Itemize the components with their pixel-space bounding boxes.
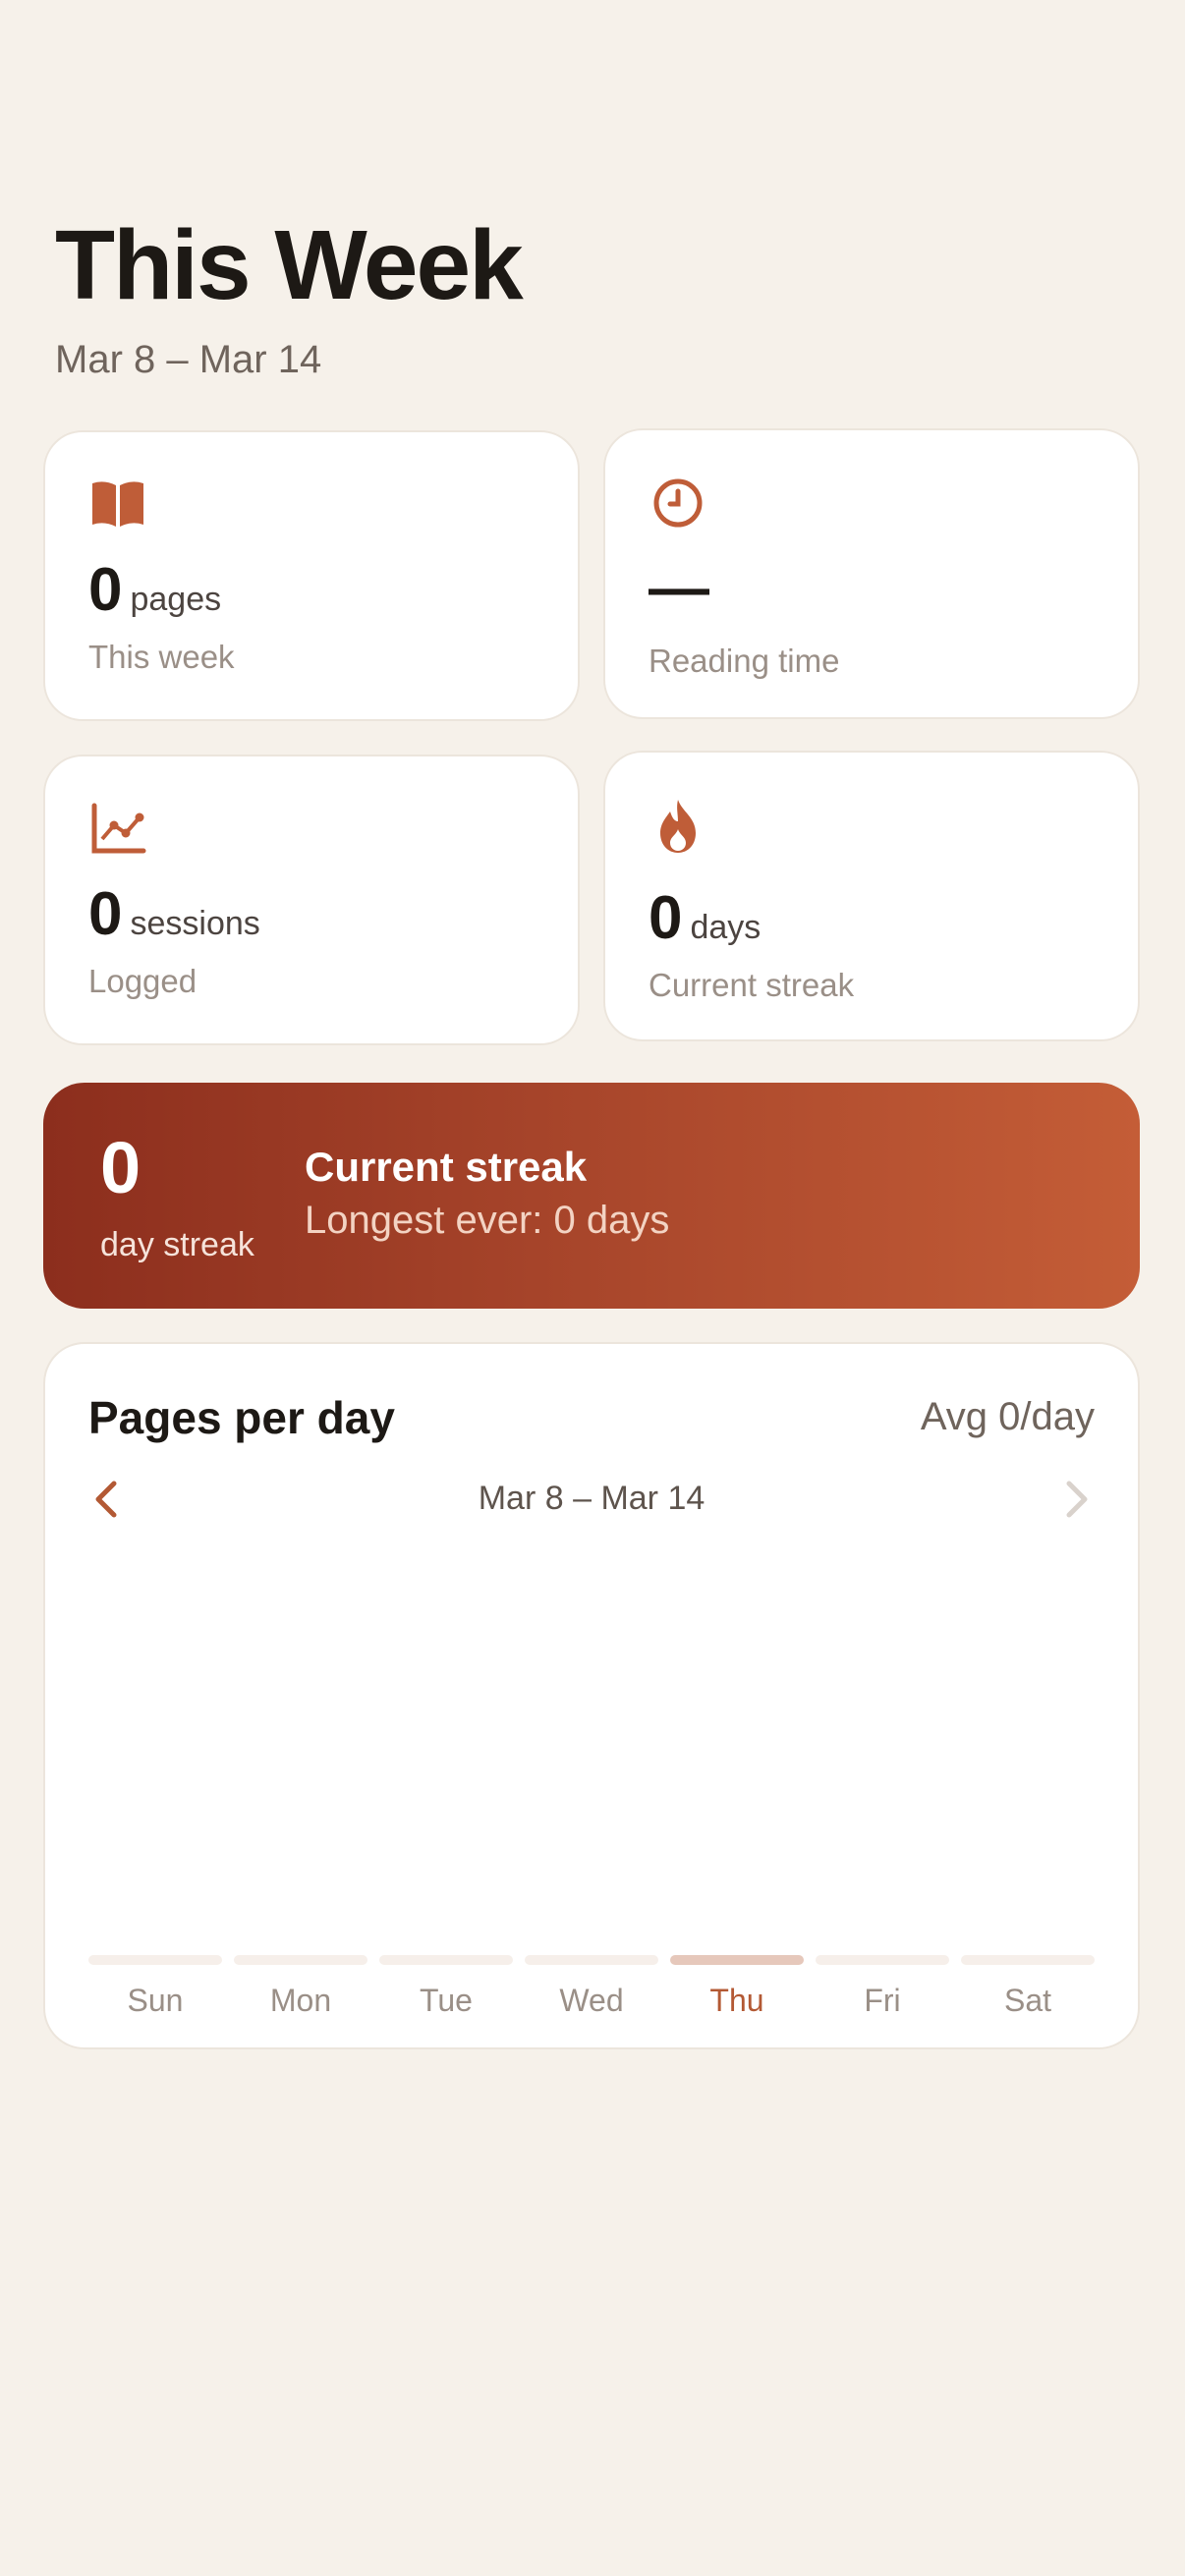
bar-fri [816, 1955, 949, 1965]
bar-column-fri: Fri [816, 1955, 949, 2019]
sessions-value: 0 [88, 880, 123, 948]
streak-caption: Current streak [649, 967, 855, 1003]
bar-sat [961, 1955, 1095, 1965]
chart-average: Avg 0/day [920, 1395, 1095, 1438]
streak-banner[interactable]: 0 day streak Current streak Longest ever… [43, 1083, 1140, 1309]
day-label-thu: Thu [709, 1983, 764, 2018]
clock-icon [653, 478, 703, 528]
chart-week-range: Mar 8 – Mar 14 [478, 1480, 705, 1517]
stat-card-sessions[interactable]: 0 sessions Logged [43, 755, 580, 1045]
stat-value-row: 0 sessions [88, 884, 260, 945]
stat-card-streak[interactable]: 0 days Current streak [603, 751, 1140, 1041]
chevron-right-icon[interactable] [1051, 1476, 1099, 1523]
header: This Week Mar 8 – Mar 14 [55, 210, 524, 382]
day-label-mon: Mon [269, 1983, 332, 2018]
streak-banner-longest: Longest ever: 0 days [305, 1199, 670, 1242]
sessions-caption: Logged [88, 963, 198, 999]
bar-chart: Sun Mon Tue Wed Thu Fri Sat [88, 1955, 1095, 2019]
bar-column-thu: Thu [670, 1955, 804, 2019]
flame-icon [660, 800, 696, 853]
sessions-unit: sessions [130, 905, 260, 942]
stat-value-row: 0 pages [88, 560, 221, 621]
chart-title: Pages per day [88, 1392, 395, 1443]
bar-column-sat: Sat [961, 1955, 1095, 2019]
stat-value-row: — [649, 558, 709, 619]
day-label-wed: Wed [559, 1983, 624, 2018]
streak-banner-value: 0 [100, 1127, 141, 1208]
bar-thu [670, 1955, 804, 1965]
chart-icon [91, 803, 146, 854]
bar-tue [379, 1955, 513, 1965]
bar-column-sun: Sun [88, 1955, 222, 2019]
pages-unit: pages [130, 581, 222, 618]
day-label-fri: Fri [864, 1983, 901, 2018]
bar-column-wed: Wed [525, 1955, 658, 2019]
streak-banner-heading: Current streak [305, 1144, 588, 1190]
bar-sun [88, 1955, 222, 1965]
date-range: Mar 8 – Mar 14 [55, 338, 322, 381]
streak-days-value: 0 [649, 884, 683, 952]
stat-value-row: 0 days [649, 888, 761, 949]
stat-card-pages[interactable]: 0 pages This week [43, 430, 580, 721]
stat-card-reading-time[interactable]: — Reading time [603, 428, 1140, 719]
streak-banner-value-label: day streak [100, 1226, 254, 1263]
streak-days-unit: days [690, 909, 762, 946]
day-label-sat: Sat [1003, 1983, 1052, 2018]
pages-value: 0 [88, 556, 123, 624]
book-icon [92, 481, 143, 527]
pages-caption: This week [88, 639, 235, 675]
reading-time-caption: Reading time [649, 643, 840, 679]
bar-column-tue: Tue [379, 1955, 513, 2019]
pages-per-day-card: Pages per day Avg 0/day Mar 8 – Mar 14 S… [43, 1342, 1140, 2049]
day-label-sun: Sun [127, 1983, 184, 2018]
bar-mon [234, 1955, 367, 1965]
bar-column-mon: Mon [234, 1955, 367, 2019]
day-label-tue: Tue [420, 1983, 473, 2018]
bar-wed [525, 1955, 658, 1965]
page-title: This Week [55, 210, 524, 320]
reading-time-value: — [649, 554, 709, 622]
